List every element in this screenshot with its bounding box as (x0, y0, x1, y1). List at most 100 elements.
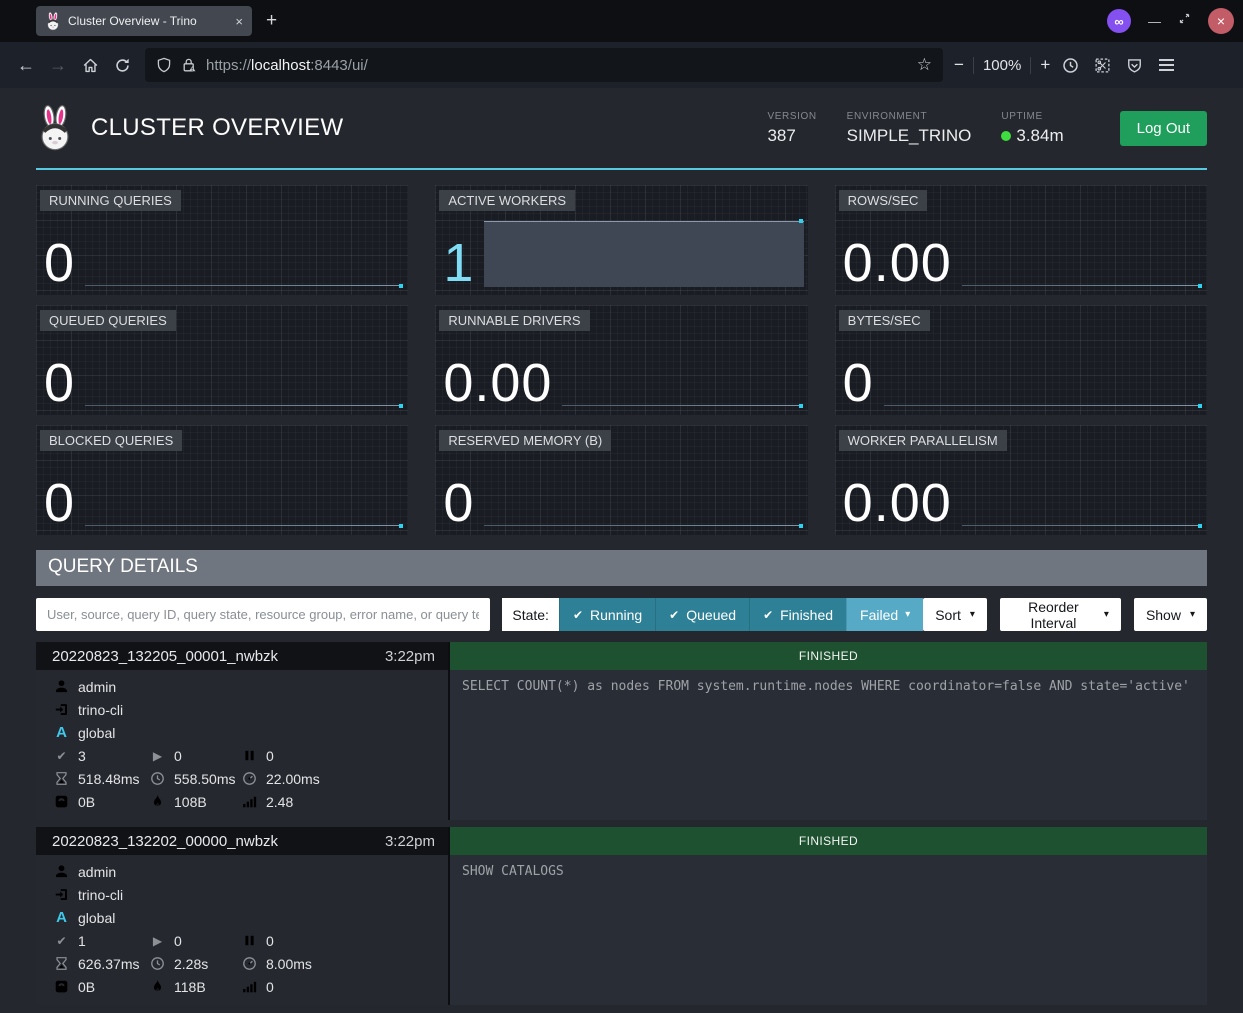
zoom-controls: − 100% + (954, 55, 1050, 75)
scale-icon (54, 794, 69, 809)
query-source-row: trino-cli (54, 883, 448, 906)
sign-in-icon (54, 702, 69, 717)
gauge-icon (242, 956, 257, 971)
version-label: VERSION (767, 111, 816, 122)
filter-running-button[interactable]: ✔ Running (559, 598, 655, 631)
sparkline (884, 311, 1203, 409)
environment-meta: ENVIRONMENT SIMPLE_TRINO (847, 111, 972, 146)
version-value: 387 (767, 126, 816, 146)
filter-queued-button[interactable]: ✔ Queued (655, 598, 749, 631)
browser-tab[interactable]: Cluster Overview - Trino × (36, 6, 252, 36)
sign-in-icon (54, 887, 69, 902)
clock-icon (150, 771, 165, 786)
clock-icon (150, 956, 165, 971)
query-resource-group-row: A global (54, 906, 448, 929)
menu-button[interactable] (1150, 49, 1182, 81)
query-filter-row: State: ✔ Running ✔ Queued ✔ Finished Fai… (36, 598, 1207, 631)
check-icon: ✔ (573, 608, 583, 622)
minimize-button[interactable]: — (1148, 14, 1161, 29)
logout-button[interactable]: Log Out (1120, 111, 1207, 146)
stat-panel-runnable-drivers: RUNNABLE DRIVERS 0.00 (435, 305, 807, 415)
uptime-value: 3.84m (1001, 126, 1063, 146)
query-id-link[interactable]: 20220823_132205_00001_nwbzk (52, 648, 278, 665)
hamburger-icon (1159, 59, 1174, 71)
pause-icon (242, 748, 257, 763)
close-window-button[interactable]: × (1208, 8, 1234, 34)
query-info-column: admin trino-cli A global ✔1 ▶0 0 626.37m… (36, 855, 448, 1005)
query-memory-row: 0B 108B 2.48 (54, 790, 448, 813)
filter-failed-dropdown[interactable]: Failed ▾ (846, 598, 923, 631)
query-details-title: QUERY DETAILS (36, 550, 1207, 586)
status-dot-icon (1001, 131, 1011, 141)
home-button[interactable] (74, 49, 106, 81)
resource-group-icon: A (54, 724, 69, 741)
stat-panel-queued-queries: QUEUED QUERIES 0 (36, 305, 408, 415)
history-icon[interactable] (1054, 49, 1086, 81)
zoom-in-button[interactable]: + (1040, 55, 1050, 75)
query-info-column: admin trino-cli A global ✔3 ▶0 0 518.48m… (36, 670, 448, 820)
query-memory-row: 0B 118B 0 (54, 975, 448, 998)
stat-panel-bytes-sec: BYTES/SEC 0 (835, 305, 1207, 415)
show-dropdown[interactable]: Show ▾ (1134, 598, 1207, 631)
check-icon: ✔ (54, 749, 69, 763)
flame-icon (150, 979, 165, 994)
bars-icon (242, 794, 257, 809)
divider (973, 57, 974, 74)
query-sql-text: SHOW CATALOGS (448, 855, 1207, 1005)
lock-warning-icon[interactable] (181, 57, 197, 73)
reload-button[interactable] (106, 49, 138, 81)
environment-label: ENVIRONMENT (847, 111, 972, 122)
bars-icon (242, 979, 257, 994)
check-icon: ✔ (54, 934, 69, 948)
play-icon: ▶ (150, 749, 165, 763)
sparkline (962, 191, 1203, 289)
resource-group-icon: A (54, 909, 69, 926)
check-icon: ✔ (763, 608, 773, 622)
trino-favicon (45, 12, 61, 31)
stat-panel-worker-parallelism: WORKER PARALLELISM 0.00 (835, 425, 1207, 535)
private-browsing-icon: ∞ (1107, 9, 1131, 33)
pocket-shield-icon[interactable] (1118, 49, 1150, 81)
stat-panel-blocked-queries: BLOCKED QUERIES 0 (36, 425, 408, 535)
stat-panel-reserved-memory: RESERVED MEMORY (B) 0 (435, 425, 807, 535)
query-card-header: 20220823_132202_00000_nwbzk 3:22pm FINIS… (36, 827, 1207, 855)
restore-button[interactable] (1178, 12, 1191, 30)
query-card-body: admin trino-cli A global ✔3 ▶0 0 518.48m… (36, 670, 1207, 820)
zoom-level[interactable]: 100% (983, 57, 1021, 74)
tab-close-icon[interactable]: × (235, 14, 243, 29)
check-icon: ✔ (669, 608, 679, 622)
filter-finished-button[interactable]: ✔ Finished (749, 598, 846, 631)
query-time: 3:22pm (385, 833, 435, 850)
sparkline (484, 191, 803, 289)
query-state-badge: FINISHED (448, 827, 1207, 855)
sort-dropdown[interactable]: Sort ▾ (923, 598, 987, 631)
url-bar[interactable]: https://localhost:8443/ui/ ☆ (145, 48, 943, 82)
chevron-down-icon: ▾ (1190, 609, 1195, 620)
forward-button[interactable]: → (42, 49, 74, 81)
stat-panel-active-workers: ACTIVE WORKERS 1 (435, 185, 807, 295)
gauge-icon (242, 771, 257, 786)
back-button[interactable]: ← (10, 49, 42, 81)
scale-icon (54, 979, 69, 994)
query-resource-group-row: A global (54, 721, 448, 744)
play-icon: ▶ (150, 934, 165, 948)
query-times-row: 626.37ms 2.28s 8.00ms (54, 952, 448, 975)
query-id-link[interactable]: 20220823_132202_00000_nwbzk (52, 833, 278, 850)
new-tab-button[interactable]: + (266, 10, 277, 32)
query-user-row: admin (54, 860, 448, 883)
query-splits-row: ✔3 ▶0 0 (54, 744, 448, 767)
uptime-meta: UPTIME 3.84m (1001, 111, 1063, 146)
hourglass-icon (54, 771, 69, 786)
url-text: https://localhost:8443/ui/ (206, 57, 368, 74)
shield-icon[interactable] (156, 57, 172, 73)
sparkline (562, 311, 803, 409)
app-header: CLUSTER OVERVIEW VERSION 387 ENVIRONMENT… (36, 88, 1207, 170)
bookmark-star-icon[interactable]: ☆ (917, 55, 932, 75)
query-times-row: 518.48ms 558.50ms 22.00ms (54, 767, 448, 790)
version-meta: VERSION 387 (767, 111, 816, 146)
zoom-out-button[interactable]: − (954, 55, 964, 75)
query-search-input[interactable] (36, 598, 490, 631)
reorder-interval-dropdown[interactable]: Reorder Interval ▾ (1000, 598, 1121, 631)
header-meta: VERSION 387 ENVIRONMENT SIMPLE_TRINO UPT… (767, 111, 1207, 146)
screenshot-icon[interactable] (1086, 49, 1118, 81)
